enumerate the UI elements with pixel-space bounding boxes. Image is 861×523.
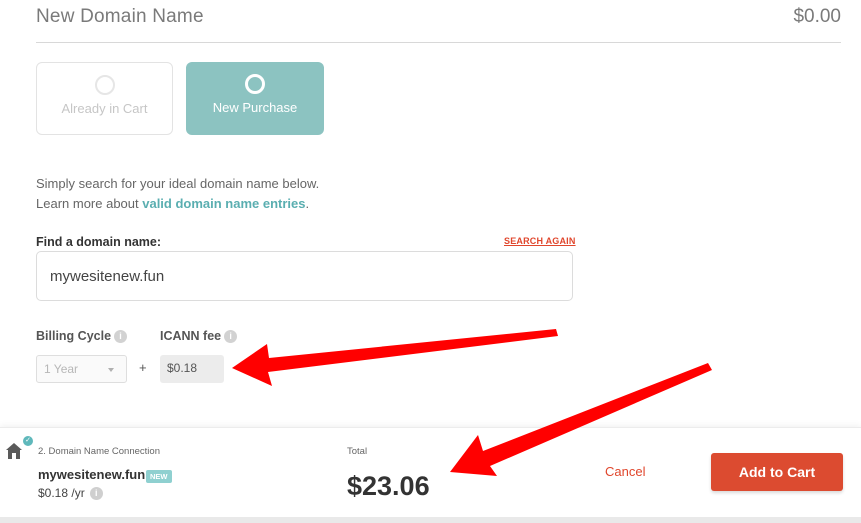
header-divider bbox=[36, 42, 841, 43]
option-label: New Purchase bbox=[212, 100, 298, 115]
info-icon[interactable]: i bbox=[114, 330, 128, 343]
step-label: 2. Domain Name Connection bbox=[38, 446, 160, 457]
home-icon bbox=[6, 443, 22, 459]
cart-domain-name: mywesitenew.fun bbox=[38, 467, 146, 482]
search-again-link[interactable]: SEARCH AGAIN bbox=[504, 236, 576, 246]
option-new-purchase[interactable]: New Purchase bbox=[186, 62, 324, 135]
option-label: Already in Cart bbox=[61, 101, 148, 116]
icann-fee-label-text: ICANN fee bbox=[160, 329, 222, 343]
add-to-cart-button[interactable]: Add to Cart bbox=[711, 453, 843, 491]
cart-domain-price-text: $0.18 /yr bbox=[38, 486, 85, 500]
section-price: $0.00 bbox=[793, 6, 841, 27]
domain-search-input[interactable] bbox=[36, 251, 573, 301]
info-icon[interactable]: i bbox=[224, 330, 238, 343]
radio-icon bbox=[94, 75, 115, 95]
cancel-button[interactable]: Cancel bbox=[605, 464, 645, 479]
total-label: Total bbox=[347, 446, 368, 457]
billing-cycle-label: Billing Cycle i bbox=[36, 329, 128, 343]
total-amount: $23.06 bbox=[347, 471, 430, 501]
intro-line: Learn more about valid domain name entri… bbox=[36, 194, 319, 214]
chevron-down-icon bbox=[108, 368, 114, 372]
cart-domain-price: $0.18 /yr i bbox=[38, 486, 103, 500]
find-domain-label: Find a domain name: bbox=[36, 235, 162, 249]
intro-suffix: . bbox=[305, 196, 310, 211]
section-title: New Domain Name bbox=[36, 6, 204, 27]
radio-icon bbox=[245, 74, 265, 94]
option-already-in-cart[interactable]: Already in Cart bbox=[36, 62, 173, 135]
billing-cycle-label-text: Billing Cycle bbox=[36, 329, 112, 343]
plus-sign: + bbox=[139, 360, 147, 375]
billing-cycle-value: 1 Year bbox=[44, 362, 79, 376]
cart-summary-bar: ✓ 2. Domain Name Connection mywesitenew.… bbox=[0, 427, 861, 523]
billing-cycle-select[interactable]: 1 Year bbox=[36, 355, 127, 383]
icann-fee-label: ICANN fee i bbox=[160, 329, 238, 343]
check-icon: ✓ bbox=[23, 436, 33, 446]
intro-prefix: Learn more about bbox=[36, 196, 143, 211]
icann-fee-value: $0.18 bbox=[160, 355, 224, 383]
intro-line: Simply search for your ideal domain name… bbox=[36, 176, 320, 191]
info-icon[interactable]: i bbox=[89, 487, 103, 500]
new-badge: NEW bbox=[146, 470, 172, 483]
annotation-arrow-icon bbox=[232, 329, 558, 386]
footer-shade bbox=[0, 517, 861, 523]
valid-domain-entries-link[interactable]: valid domain name entries bbox=[142, 196, 305, 211]
intro-text: Simply search for your ideal domain name… bbox=[36, 174, 319, 214]
